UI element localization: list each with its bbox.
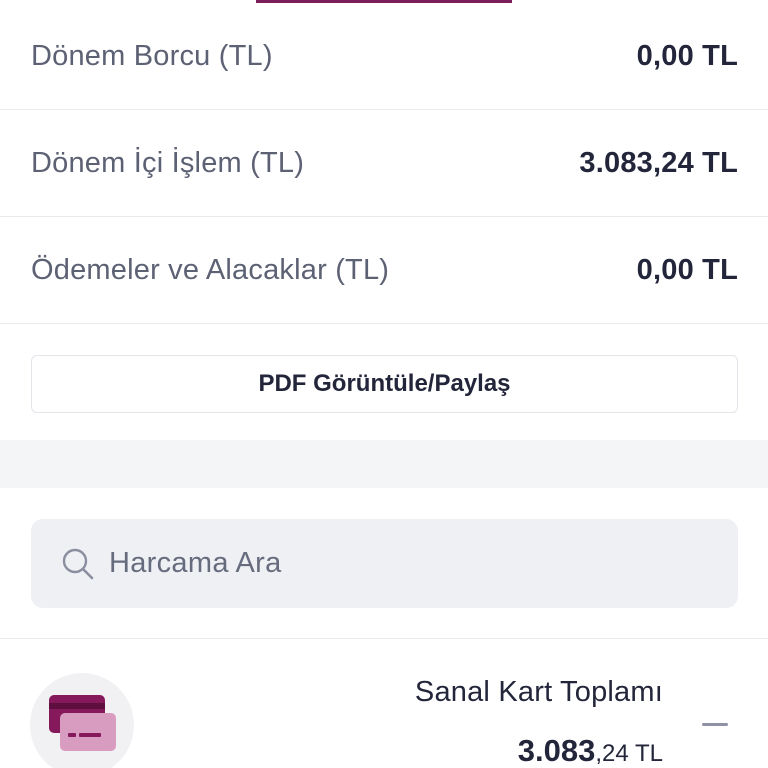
summary-row-payments-credits: Ödemeler ve Alacaklar (TL) 0,00 TL [0, 217, 768, 324]
payments-credits-label: Ödemeler ve Alacaklar (TL) [31, 253, 390, 286]
search-icon [61, 547, 95, 581]
card-total-amount-decimal: ,24 [595, 740, 629, 767]
card-total-currency: TL [628, 740, 663, 767]
summary-row-period-transactions: Dönem İçi İşlem (TL) 3.083,24 TL [0, 110, 768, 217]
card-avatar [30, 673, 134, 768]
section-separator [0, 440, 768, 488]
period-transactions-value: 3.083,24 TL [579, 146, 738, 179]
card-total-title: Sanal Kart Toplamı [414, 676, 663, 708]
summary-row-period-debt: Dönem Borcu (TL) 0,00 TL [0, 4, 768, 110]
collapse-toggle[interactable] [702, 718, 730, 730]
search-input[interactable]: Harcama Ara [31, 519, 738, 608]
period-transactions-label: Dönem İçi İşlem (TL) [31, 146, 305, 179]
pdf-view-share-button[interactable]: PDF Görüntüle/Paylaş [31, 355, 738, 413]
credit-cards-icon [49, 695, 116, 751]
period-debt-value: 0,00 TL [636, 40, 738, 72]
card-total-amount-integer: 3.083 [517, 733, 596, 768]
card-total-amount: 3.083,24 TL [518, 733, 663, 768]
search-placeholder: Harcama Ara [109, 547, 282, 579]
payments-credits-value: 0,00 TL [636, 253, 738, 286]
active-tab-indicator [256, 0, 512, 3]
period-debt-label: Dönem Borcu (TL) [31, 40, 273, 72]
minus-icon [702, 722, 728, 726]
divider [0, 638, 768, 639]
